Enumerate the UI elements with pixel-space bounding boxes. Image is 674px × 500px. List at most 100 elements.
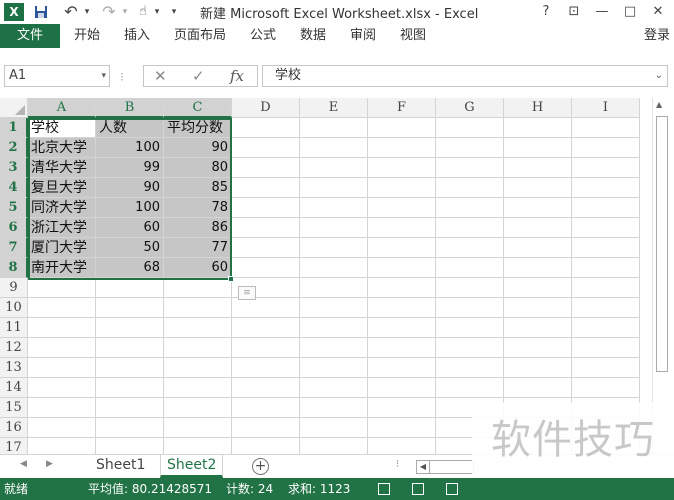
row-header-12[interactable]: 12 bbox=[0, 338, 28, 358]
empty-cell[interactable] bbox=[300, 198, 368, 218]
add-sheet-icon[interactable]: + bbox=[252, 458, 269, 475]
row-header-13[interactable]: 13 bbox=[0, 358, 28, 378]
horizontal-scrollbar[interactable] bbox=[430, 460, 474, 474]
empty-cell[interactable] bbox=[300, 438, 368, 454]
empty-cell[interactable] bbox=[232, 178, 300, 198]
empty-cell[interactable] bbox=[28, 378, 96, 398]
empty-cell[interactable] bbox=[504, 178, 572, 198]
empty-cell[interactable] bbox=[436, 178, 504, 198]
row-header-14[interactable]: 14 bbox=[0, 378, 28, 398]
row-header-8[interactable]: 8 bbox=[0, 258, 28, 278]
table-cell[interactable]: 复旦大学 bbox=[28, 178, 96, 198]
empty-cell[interactable] bbox=[368, 278, 436, 298]
empty-cell[interactable] bbox=[368, 378, 436, 398]
formula-bar-grip-icon[interactable]: ⁝ bbox=[120, 70, 124, 84]
tab-data[interactable]: 数据 bbox=[300, 24, 326, 48]
vertical-scroll-thumb[interactable] bbox=[656, 116, 668, 372]
row-header-17[interactable]: 17 bbox=[0, 438, 28, 454]
prev-sheet-icon[interactable]: ◀ bbox=[20, 459, 27, 469]
column-header-i[interactable]: I bbox=[572, 98, 640, 118]
table-cell[interactable]: 南开大学 bbox=[28, 258, 96, 278]
name-box[interactable]: A1 ▾ bbox=[4, 65, 110, 87]
empty-cell[interactable] bbox=[96, 398, 164, 418]
undo-dropdown-icon[interactable]: ▾ bbox=[82, 3, 92, 21]
empty-cell[interactable] bbox=[232, 338, 300, 358]
empty-cell[interactable] bbox=[232, 218, 300, 238]
empty-cell[interactable] bbox=[572, 278, 640, 298]
tab-view[interactable]: 视图 bbox=[400, 24, 426, 48]
excel-logo-icon[interactable]: X bbox=[4, 3, 24, 21]
table-cell[interactable]: 80 bbox=[164, 158, 232, 178]
table-cell[interactable]: 浙江大学 bbox=[28, 218, 96, 238]
empty-cell[interactable] bbox=[164, 298, 232, 318]
empty-cell[interactable] bbox=[96, 278, 164, 298]
empty-cell[interactable] bbox=[436, 258, 504, 278]
empty-cell[interactable] bbox=[96, 378, 164, 398]
empty-cell[interactable] bbox=[436, 378, 504, 398]
next-sheet-icon[interactable]: ▶ bbox=[46, 459, 53, 469]
sheet-tab-sheet1[interactable]: Sheet1 bbox=[90, 455, 151, 478]
empty-cell[interactable] bbox=[28, 418, 96, 438]
empty-cell[interactable] bbox=[436, 138, 504, 158]
empty-cell[interactable] bbox=[368, 298, 436, 318]
header-cell[interactable]: 学校 bbox=[28, 118, 96, 138]
table-cell[interactable]: 北京大学 bbox=[28, 138, 96, 158]
empty-cell[interactable] bbox=[300, 358, 368, 378]
empty-cell[interactable] bbox=[572, 258, 640, 278]
scroll-left-icon[interactable]: ◀ bbox=[416, 460, 430, 474]
empty-cell[interactable] bbox=[436, 338, 504, 358]
vertical-scrollbar[interactable]: ▲ bbox=[652, 98, 670, 454]
empty-cell[interactable] bbox=[368, 218, 436, 238]
empty-cell[interactable] bbox=[232, 418, 300, 438]
row-header-5[interactable]: 5 bbox=[0, 198, 28, 218]
empty-cell[interactable] bbox=[96, 338, 164, 358]
sheet-tab-sheet2[interactable]: Sheet2 bbox=[160, 455, 224, 478]
touch-dropdown-icon[interactable]: ▾ bbox=[152, 3, 162, 21]
empty-cell[interactable] bbox=[436, 198, 504, 218]
worksheet-grid[interactable]: ABCDEFGHI 1 2 3 4 5 6 7 8 9 10 11 12 13 14 15 16 17 学校 人数… bbox=[0, 98, 650, 454]
expand-formula-bar-icon[interactable]: ⌄ bbox=[655, 66, 663, 86]
empty-cell[interactable] bbox=[232, 318, 300, 338]
row-header-3[interactable]: 3 bbox=[0, 158, 28, 178]
column-header-d[interactable]: D bbox=[232, 98, 300, 118]
empty-cell[interactable] bbox=[504, 118, 572, 138]
empty-cell[interactable] bbox=[300, 238, 368, 258]
table-cell[interactable]: 100 bbox=[96, 138, 164, 158]
cancel-icon[interactable]: ✕ bbox=[154, 66, 167, 86]
touch-mode-icon[interactable]: ☝ bbox=[134, 3, 152, 21]
empty-cell[interactable] bbox=[232, 398, 300, 418]
empty-cell[interactable] bbox=[232, 258, 300, 278]
insert-function-icon[interactable]: fx bbox=[230, 66, 244, 86]
row-header-16[interactable]: 16 bbox=[0, 418, 28, 438]
empty-cell[interactable] bbox=[572, 298, 640, 318]
empty-cell[interactable] bbox=[300, 318, 368, 338]
page-break-view-icon[interactable] bbox=[446, 483, 458, 495]
tab-split-grip-icon[interactable]: ⁝ bbox=[396, 459, 399, 470]
empty-cell[interactable] bbox=[164, 318, 232, 338]
undo-icon[interactable]: ↶ bbox=[62, 3, 80, 21]
table-cell[interactable]: 90 bbox=[96, 178, 164, 198]
redo-icon[interactable]: ↷ bbox=[100, 3, 118, 21]
empty-cell[interactable] bbox=[572, 318, 640, 338]
empty-cell[interactable] bbox=[164, 418, 232, 438]
ribbon-display-icon[interactable]: ⊡ bbox=[564, 3, 584, 21]
customize-toolbar-icon[interactable]: ▾ bbox=[168, 3, 180, 21]
row-header-10[interactable]: 10 bbox=[0, 298, 28, 318]
empty-cell[interactable] bbox=[504, 338, 572, 358]
empty-cell[interactable] bbox=[28, 278, 96, 298]
maximize-icon[interactable]: □ bbox=[620, 3, 640, 21]
empty-cell[interactable] bbox=[504, 258, 572, 278]
redo-dropdown-icon[interactable]: ▾ bbox=[120, 3, 130, 21]
empty-cell[interactable] bbox=[504, 238, 572, 258]
table-cell[interactable]: 77 bbox=[164, 238, 232, 258]
empty-cell[interactable] bbox=[164, 398, 232, 418]
tab-formulas[interactable]: 公式 bbox=[250, 24, 276, 48]
empty-cell[interactable] bbox=[300, 138, 368, 158]
empty-cell[interactable] bbox=[368, 418, 436, 438]
empty-cell[interactable] bbox=[368, 178, 436, 198]
empty-cell[interactable] bbox=[164, 438, 232, 454]
tab-file[interactable]: 文件 bbox=[0, 24, 60, 48]
table-cell[interactable]: 50 bbox=[96, 238, 164, 258]
empty-cell[interactable] bbox=[232, 358, 300, 378]
empty-cell[interactable] bbox=[232, 378, 300, 398]
